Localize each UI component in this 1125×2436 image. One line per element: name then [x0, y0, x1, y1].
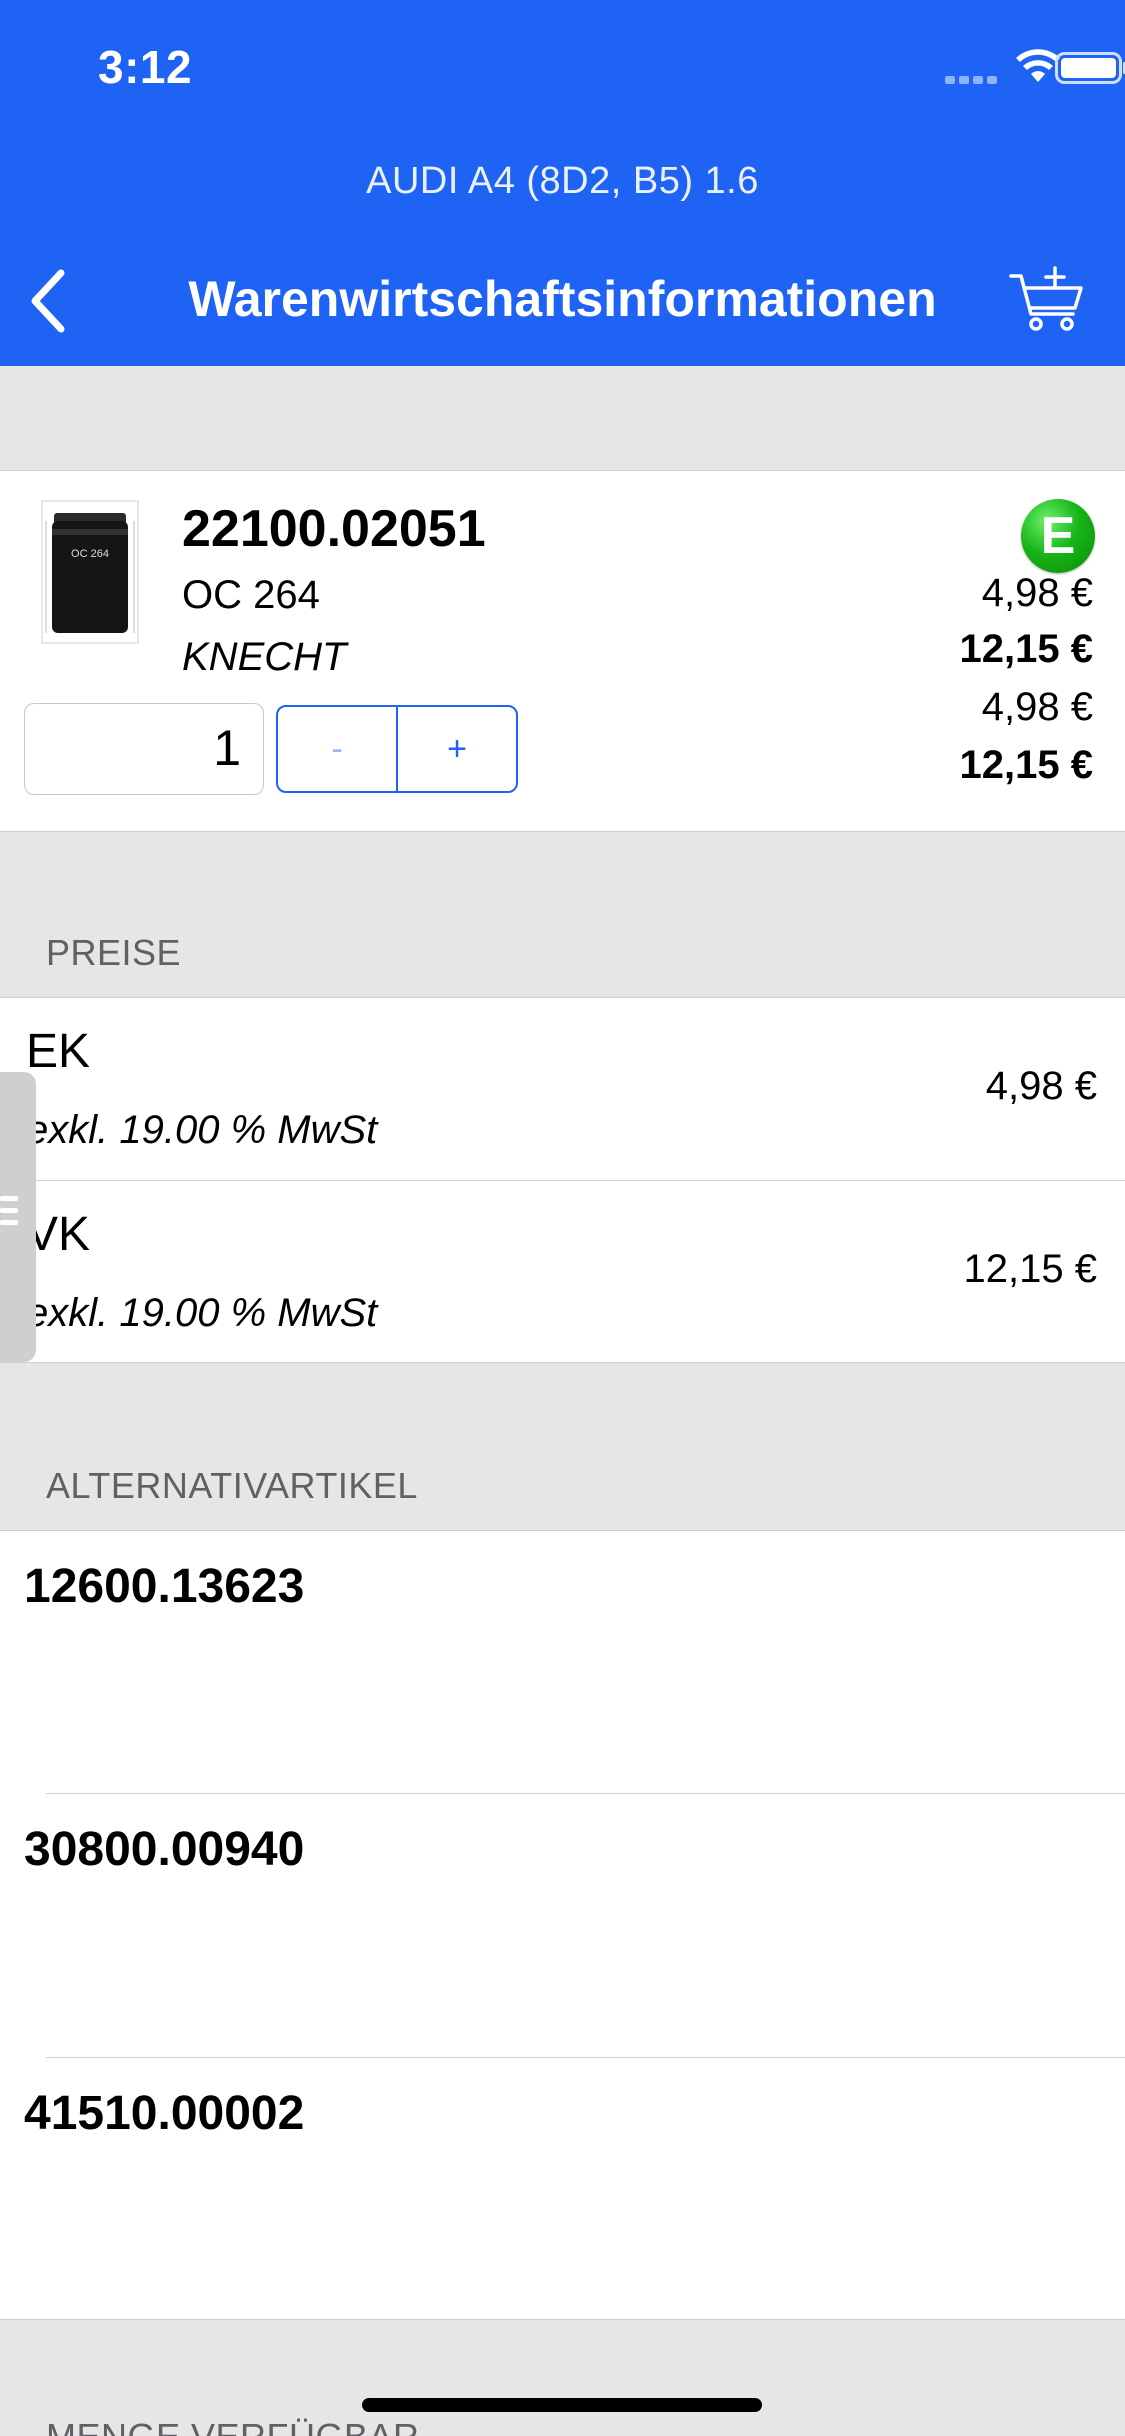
- add-to-cart-button[interactable]: [1009, 266, 1085, 334]
- decrement-button[interactable]: -: [278, 707, 398, 791]
- product-image: OC 264: [41, 500, 139, 644]
- status-time: 3:12: [98, 41, 193, 93]
- vehicle-title: AUDI A4 (8D2, B5) 1.6: [366, 160, 759, 202]
- alternatives-list: 12600.13623 30800.00940 41510.00002: [0, 1530, 1125, 2320]
- price-purchase: 4,98 €: [981, 571, 1093, 615]
- product-brand: KNECHT: [182, 635, 347, 679]
- page-title: Warenwirtschaftsinformationen: [188, 271, 937, 327]
- battery-icon: [1055, 52, 1125, 84]
- price-row-tax-note: exkl. 19.00 % MwSt: [26, 1108, 378, 1152]
- list-item[interactable]: 12600.13623: [0, 1531, 1125, 1794]
- availability-badge: E: [1021, 499, 1095, 573]
- side-drawer-handle[interactable]: [0, 1072, 36, 1362]
- alternative-article-number: 30800.00940: [24, 1823, 305, 1876]
- price-row-ek: EK exkl. 19.00 % MwSt 4,98 €: [0, 998, 1125, 1180]
- section-header-prices: PREISE: [46, 932, 182, 973]
- product-number: 22100.02051: [182, 500, 486, 558]
- product-code: OC 264: [182, 573, 320, 617]
- quantity-stepper: - +: [276, 705, 518, 793]
- list-item[interactable]: 41510.00002: [0, 2058, 1125, 2321]
- app-header: 3:12 AUDI A4 (8D2, B5) 1.6 Warenwirtscha…: [0, 0, 1125, 366]
- cart-add-icon: [1009, 266, 1083, 331]
- price-row-tax-note: exkl. 19.00 % MwSt: [26, 1291, 378, 1335]
- increment-button[interactable]: +: [398, 707, 516, 791]
- section-header-alternatives: ALTERNATIVARTIKEL: [46, 1465, 418, 1506]
- alternative-article-number: 41510.00002: [24, 2087, 305, 2140]
- quantity-input[interactable]: 1: [24, 703, 264, 795]
- hamburger-icon: [0, 1196, 18, 1232]
- price-table: EK exkl. 19.00 % MwSt 4,98 € VK exkl. 19…: [0, 997, 1125, 1363]
- price-row-value: 12,15 €: [963, 1247, 1097, 1291]
- alternative-article-number: 12600.13623: [24, 1560, 305, 1613]
- price-row-value: 4,98 €: [985, 1064, 1097, 1108]
- product-card: OC 264 22100.02051 OC 264 KNECHT 1 - + E…: [0, 470, 1125, 832]
- home-indicator[interactable]: [362, 2398, 762, 2412]
- price-sale: 12,15 €: [959, 627, 1093, 671]
- price-row-label: EK: [26, 1025, 91, 1078]
- svg-text:OC 264: OC 264: [71, 548, 109, 560]
- cellular-signal-icon: [945, 76, 1001, 84]
- list-item[interactable]: 30800.00940: [0, 1794, 1125, 2057]
- price-row-vk: VK exkl. 19.00 % MwSt 12,15 €: [0, 1181, 1125, 1363]
- section-header-availability: MENGE VERFÜGBAR: [46, 2416, 420, 2436]
- price-purchase-2: 4,98 €: [981, 685, 1093, 729]
- price-sale-2: 12,15 €: [959, 743, 1093, 787]
